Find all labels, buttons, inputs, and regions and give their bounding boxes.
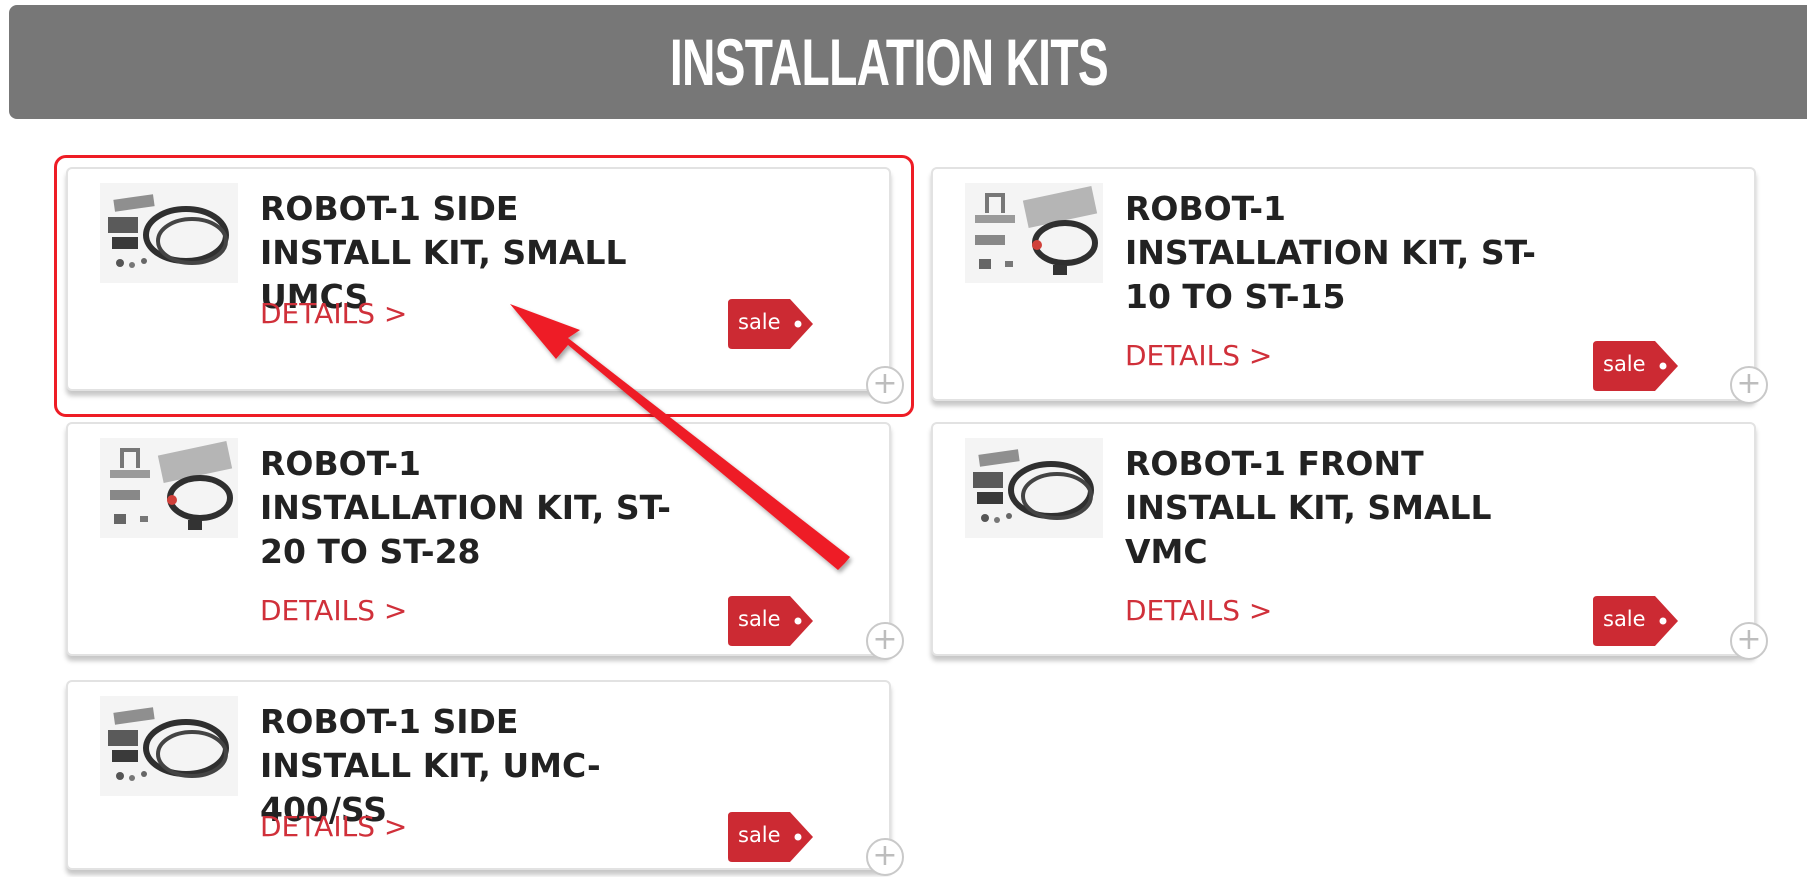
product-thumbnail[interactable] — [100, 696, 238, 796]
plus-circle-icon[interactable]: + — [866, 838, 904, 876]
sale-tag-icon[interactable]: sale — [728, 596, 813, 646]
sale-label: sale — [1603, 607, 1646, 631]
product-thumbnail[interactable] — [965, 438, 1103, 538]
sale-label: sale — [738, 823, 781, 847]
sale-tag-icon[interactable]: sale — [1593, 341, 1678, 391]
details-link[interactable]: DETAILS > — [260, 594, 407, 627]
details-link[interactable]: DETAILS > — [260, 297, 407, 330]
details-link[interactable]: DETAILS > — [1125, 339, 1272, 372]
sale-label: sale — [1603, 352, 1646, 376]
product-card[interactable]: ROBOT-1 SIDE INSTALL KIT, UMC-400/SS DET… — [66, 680, 891, 870]
product-title[interactable]: ROBOT-1 INSTALLATION KIT, ST-20 TO ST-28 — [260, 442, 680, 574]
sale-label: sale — [738, 607, 781, 631]
product-card[interactable]: ROBOT-1 INSTALLATION KIT, ST-10 TO ST-15… — [931, 167, 1756, 401]
plus-circle-icon[interactable]: + — [866, 622, 904, 660]
product-card[interactable]: ROBOT-1 FRONT INSTALL KIT, SMALL VMC DET… — [931, 422, 1756, 656]
plus-circle-icon[interactable]: + — [1730, 366, 1768, 404]
section-header: INSTALLATION KITS — [9, 5, 1807, 119]
product-card[interactable]: ROBOT-1 SIDE INSTALL KIT, SMALL UMCS DET… — [66, 167, 891, 391]
product-thumbnail[interactable] — [100, 183, 238, 283]
product-title[interactable]: ROBOT-1 FRONT INSTALL KIT, SMALL VMC — [1125, 442, 1545, 574]
details-link[interactable]: DETAILS > — [260, 810, 407, 843]
plus-circle-icon[interactable]: + — [1730, 622, 1768, 660]
product-thumbnail[interactable] — [965, 183, 1103, 283]
details-link[interactable]: DETAILS > — [1125, 594, 1272, 627]
section-title: INSTALLATION KITS — [669, 25, 1109, 99]
sale-tag-icon[interactable]: sale — [728, 299, 813, 349]
plus-circle-icon[interactable]: + — [866, 366, 904, 404]
product-card[interactable]: ROBOT-1 INSTALLATION KIT, ST-20 TO ST-28… — [66, 422, 891, 656]
sale-tag-icon[interactable]: sale — [728, 812, 813, 862]
product-title[interactable]: ROBOT-1 INSTALLATION KIT, ST-10 TO ST-15 — [1125, 187, 1545, 319]
product-thumbnail[interactable] — [100, 438, 238, 538]
sale-label: sale — [738, 310, 781, 334]
sale-tag-icon[interactable]: sale — [1593, 596, 1678, 646]
